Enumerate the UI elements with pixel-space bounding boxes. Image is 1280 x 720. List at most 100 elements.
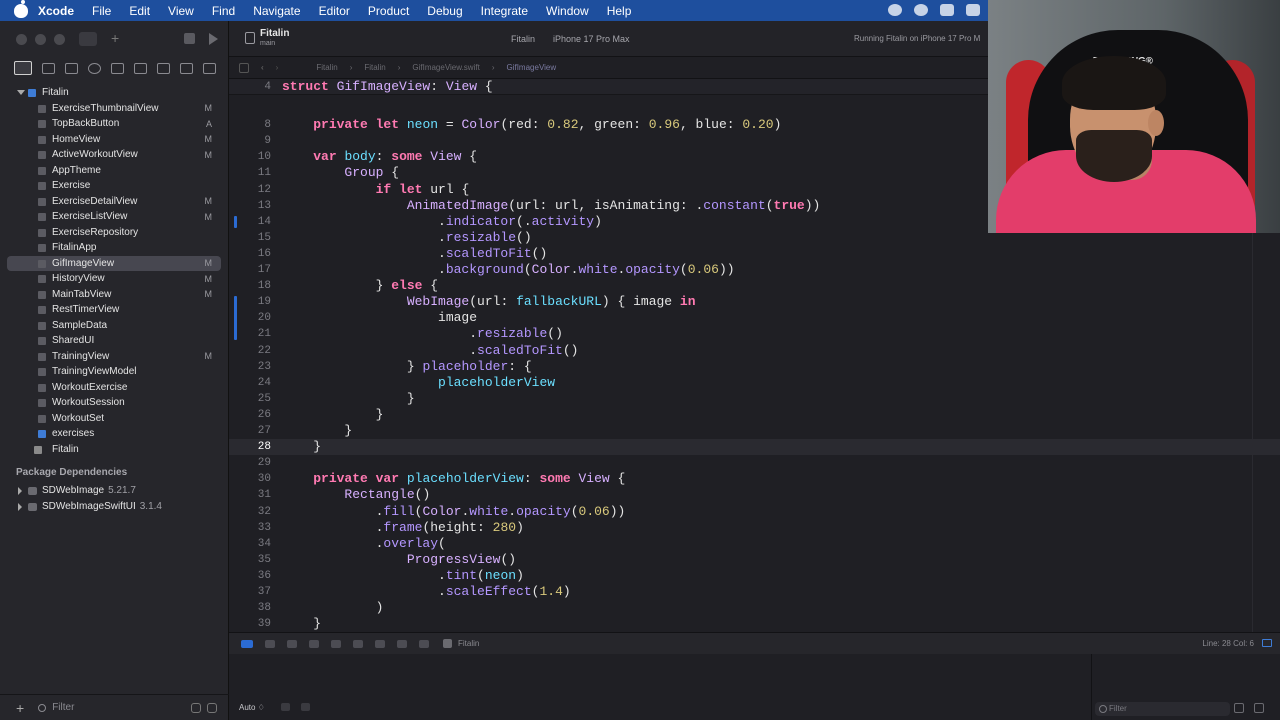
menu-navigate[interactable]: Navigate bbox=[253, 4, 300, 18]
code-line[interactable]: 35 ProgressView() bbox=[229, 552, 1280, 568]
breadcrumb-project[interactable]: Fitalin bbox=[316, 63, 337, 72]
code-line[interactable]: 37 .scaleEffect(1.4) bbox=[229, 584, 1280, 600]
file-row[interactable]: ExerciseDetailView M bbox=[0, 194, 228, 210]
menu-debug[interactable]: Debug bbox=[427, 4, 462, 18]
code-text[interactable]: } bbox=[282, 407, 384, 423]
find-icon[interactable] bbox=[88, 62, 101, 74]
line-number[interactable]: 23 bbox=[229, 359, 271, 375]
disclosure-closed-icon[interactable] bbox=[18, 502, 22, 511]
file-row[interactable]: MainTabView M bbox=[0, 287, 228, 303]
line-number[interactable]: 26 bbox=[229, 407, 271, 423]
code-line[interactable]: 28 } bbox=[229, 439, 1280, 456]
code-text[interactable]: var body: some View { bbox=[282, 149, 477, 165]
line-number[interactable]: 31 bbox=[229, 487, 271, 503]
file-row[interactable]: TrainingViewModel bbox=[0, 364, 228, 380]
back-icon[interactable]: ‹ bbox=[261, 63, 264, 72]
breakpoint-icon[interactable] bbox=[180, 62, 193, 74]
line-number[interactable]: 17 bbox=[229, 262, 271, 278]
folder-navigator-icon[interactable] bbox=[14, 61, 32, 75]
file-row[interactable]: ExerciseRepository bbox=[0, 225, 228, 241]
code-text[interactable]: .tint(neon) bbox=[282, 568, 524, 584]
line-number[interactable]: 18 bbox=[229, 278, 271, 294]
debug-target[interactable]: Fitalin bbox=[443, 639, 479, 648]
menu-product[interactable]: Product bbox=[368, 4, 409, 18]
change-indicator[interactable] bbox=[234, 215, 237, 228]
code-text[interactable]: } bbox=[282, 439, 321, 455]
tree-root-project[interactable]: Fitalin bbox=[0, 85, 228, 101]
code-text[interactable]: } else { bbox=[282, 278, 438, 294]
location-icon[interactable] bbox=[419, 639, 429, 648]
file-row[interactable]: ExerciseListView M bbox=[0, 209, 228, 225]
code-line[interactable]: 17 .background(Color.white.opacity(0.06)… bbox=[229, 262, 1280, 278]
line-number[interactable]: 4 bbox=[229, 79, 271, 95]
console-toggle-icon[interactable] bbox=[241, 639, 253, 648]
minimize-window-button[interactable] bbox=[35, 33, 46, 45]
menu-help[interactable]: Help bbox=[607, 4, 632, 18]
code-text[interactable]: Group { bbox=[282, 165, 399, 181]
project-title[interactable]: Fitalin bbox=[260, 28, 289, 39]
code-line[interactable]: 30 private var placeholderView: some Vie… bbox=[229, 471, 1280, 487]
line-number[interactable]: 24 bbox=[229, 375, 271, 391]
line-number[interactable]: 34 bbox=[229, 536, 271, 552]
environment-icon[interactable] bbox=[397, 639, 407, 648]
code-line[interactable]: 32 .fill(Color.white.opacity(0.06)) bbox=[229, 504, 1280, 520]
forward-icon[interactable]: › bbox=[276, 63, 279, 72]
code-text[interactable]: .scaledToFit() bbox=[282, 246, 547, 262]
line-number[interactable]: 11 bbox=[229, 165, 271, 181]
code-text[interactable]: .scaleEffect(1.4) bbox=[282, 584, 571, 600]
code-line[interactable]: 38 ) bbox=[229, 600, 1280, 616]
line-number[interactable]: 13 bbox=[229, 198, 271, 214]
code-text[interactable]: .scaledToFit() bbox=[282, 343, 578, 359]
code-text[interactable]: ) bbox=[282, 600, 384, 616]
code-text[interactable]: } bbox=[282, 391, 415, 407]
warning-icon[interactable] bbox=[111, 62, 124, 74]
menu-edit[interactable]: Edit bbox=[129, 4, 150, 18]
related-items-icon[interactable] bbox=[239, 62, 249, 73]
file-row[interactable]: FitalinApp bbox=[0, 240, 228, 256]
code-text[interactable]: AnimatedImage(url: url, isAnimating: .co… bbox=[282, 198, 821, 214]
code-line[interactable]: 39 } bbox=[229, 616, 1280, 632]
line-number[interactable]: 30 bbox=[229, 471, 271, 487]
file-row[interactable]: GifImageView M bbox=[7, 255, 221, 271]
file-row[interactable]: ExerciseThumbnailView M bbox=[0, 101, 228, 117]
add-icon[interactable]: + bbox=[111, 31, 123, 46]
test-icon[interactable] bbox=[134, 62, 147, 74]
line-number[interactable]: 12 bbox=[229, 182, 271, 198]
stop-icon[interactable] bbox=[184, 33, 195, 44]
file-row[interactable]: HistoryView M bbox=[0, 271, 228, 287]
console-mode-selector[interactable]: Auto ♢ bbox=[239, 703, 265, 712]
source-control-icon[interactable] bbox=[42, 62, 55, 74]
code-line[interactable]: 25 } bbox=[229, 391, 1280, 407]
eye-icon[interactable] bbox=[281, 703, 290, 711]
code-text[interactable]: placeholderView bbox=[282, 375, 555, 391]
memory-graph-icon[interactable] bbox=[375, 639, 385, 648]
file-row[interactable]: TopBackButton A bbox=[0, 116, 228, 132]
code-text[interactable]: Rectangle() bbox=[282, 487, 430, 503]
file-row[interactable]: AppTheme bbox=[0, 163, 228, 179]
pause-icon[interactable] bbox=[265, 639, 275, 648]
code-text[interactable]: .resizable() bbox=[282, 230, 532, 246]
line-number[interactable]: 25 bbox=[229, 391, 271, 407]
scheme-name[interactable]: Fitalin bbox=[511, 34, 535, 44]
code-text[interactable]: WebImage(url: fallbackURL) { image in bbox=[282, 294, 696, 310]
line-number[interactable]: 9 bbox=[229, 133, 271, 149]
info-icon[interactable] bbox=[301, 703, 310, 711]
view-hierarchy-icon[interactable] bbox=[353, 639, 363, 648]
zoom-window-button[interactable] bbox=[54, 33, 65, 45]
code-text[interactable]: private var placeholderView: some View { bbox=[282, 471, 625, 487]
code-text[interactable]: ProgressView() bbox=[282, 552, 516, 568]
line-number[interactable]: 8 bbox=[229, 117, 271, 133]
modified-files-icon[interactable] bbox=[207, 702, 217, 713]
code-line[interactable]: 33 .frame(height: 280) bbox=[229, 520, 1280, 536]
disclosure-closed-icon[interactable] bbox=[18, 487, 22, 495]
menu-editor[interactable]: Editor bbox=[319, 4, 350, 18]
console-filter-input[interactable]: Filter bbox=[1095, 702, 1230, 716]
file-row[interactable]: RestTimerView bbox=[0, 302, 228, 318]
code-text[interactable]: .indicator(.activity) bbox=[282, 214, 602, 230]
menu-app-name[interactable]: Xcode bbox=[38, 4, 74, 18]
code-line[interactable]: 34 .overlay( bbox=[229, 536, 1280, 552]
code-text[interactable]: } bbox=[282, 616, 321, 632]
code-text[interactable]: } bbox=[282, 423, 352, 439]
line-number[interactable]: 36 bbox=[229, 568, 271, 584]
add-file-icon[interactable]: + bbox=[16, 700, 24, 716]
